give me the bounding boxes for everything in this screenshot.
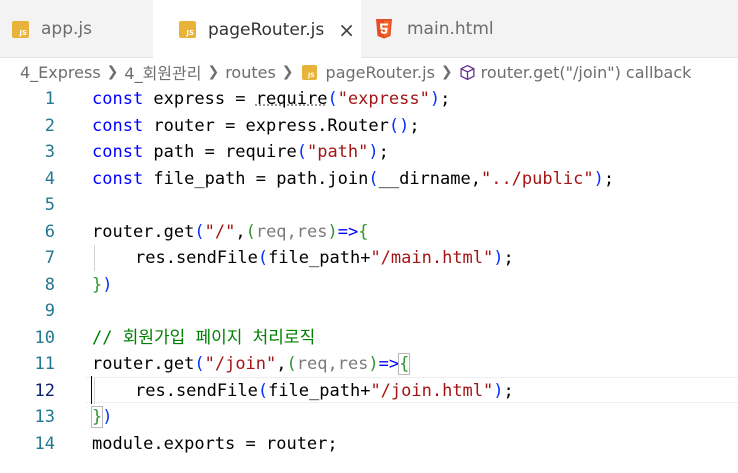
tab-label: app.js [41,19,92,39]
line-number: 13 [34,407,55,427]
line-code: }) [92,274,113,295]
tab-app-js[interactable]: JS app.js [0,0,153,58]
html5-icon [376,19,392,39]
js-file-icon: JS [301,64,317,80]
line-number: 5 [44,195,55,215]
chevron-right-icon: ❯ [207,64,220,80]
line-code: res.sendFile(file_path+"/join.html"); [135,380,514,401]
code-line: 4 const file_path = path.join(__dirname,… [0,166,738,193]
code-line: 14 module.exports = router; [0,431,738,458]
code-line: 2 const router = express.Router(); [0,113,738,140]
code-line: 8 }) [0,272,738,299]
line-code: const router = express.Router(); [92,115,420,136]
line-code: const file_path = path.join(__dirname,".… [92,168,615,189]
chevron-right-icon: ❯ [281,64,294,80]
code-editor[interactable]: 1 const express = require("express"); 2 … [0,86,738,473]
code-line: 10 // 회원가입 페이지 처리로직 [0,325,738,352]
line-code: router.get("/",(req,res)=>{ [92,221,369,242]
line-number: 9 [44,301,55,321]
code-line: 12 res.sendFile(file_path+"/join.html"); [0,378,738,405]
code-line: 13 }) [0,404,738,431]
line-code: }) [90,406,113,428]
tab-page-router-js[interactable]: JS pageRouter.js × [153,0,361,59]
breadcrumb-item[interactable]: 4_회원관리 [124,60,201,84]
line-number: 6 [44,221,55,242]
breadcrumb-item[interactable]: routes [225,63,276,82]
line-number: 10 [34,327,55,348]
line-code: const express = require("express"); [92,89,451,109]
breadcrumb-item[interactable]: router.get("/join") callback [481,63,692,82]
code-line: 6 router.get("/",(req,res)=>{ [0,219,738,246]
line-number: 3 [44,142,55,162]
line-number: 8 [44,274,55,295]
code-line: 11 router.get("/join",(req,res)=>{ [0,351,738,378]
close-icon[interactable]: × [338,20,355,40]
tab-label: pageRouter.js [208,19,325,40]
line-code: // 회원가입 페이지 처리로직 [92,327,316,348]
code-line: 1 const express = require("express"); [0,86,738,113]
js-file-icon: JS [179,21,196,38]
code-line: 5 [0,192,738,219]
line-code: const path = require("path"); [92,142,389,162]
line-number: 1 [44,89,55,109]
tab-main-html[interactable]: main.html [361,0,541,58]
breadcrumb-item[interactable]: 4_Express [20,63,101,82]
chevron-right-icon: ❯ [106,64,119,80]
code-line: 7 res.sendFile(file_path+"/main.html"); [0,245,738,272]
chevron-right-icon: ❯ [440,64,453,80]
line-code: res.sendFile(file_path+"/main.html"); [135,248,514,268]
line-number: 11 [34,354,55,374]
breadcrumb-item[interactable]: pageRouter.js [326,63,435,82]
tab-bar: JS app.js JS pageRouter.js × main.html [0,0,738,59]
line-number: 12 [34,380,55,401]
line-number: 7 [44,248,55,268]
tab-label: main.html [407,19,494,39]
line-number: 14 [34,433,55,454]
code-line: 3 const path = require("path"); [0,139,738,166]
js-file-icon: JS [12,20,29,38]
line-code: router.get("/join",(req,res)=>{ [92,353,411,375]
line-number: 4 [44,168,55,189]
line-number: 2 [44,115,55,136]
method-cube-icon [460,64,475,80]
code-line: 9 [0,298,738,325]
breadcrumb: 4_Express ❯ 4_회원관리 ❯ routes ❯ JS pageRou… [0,58,738,86]
line-code: module.exports = router; [92,433,338,454]
